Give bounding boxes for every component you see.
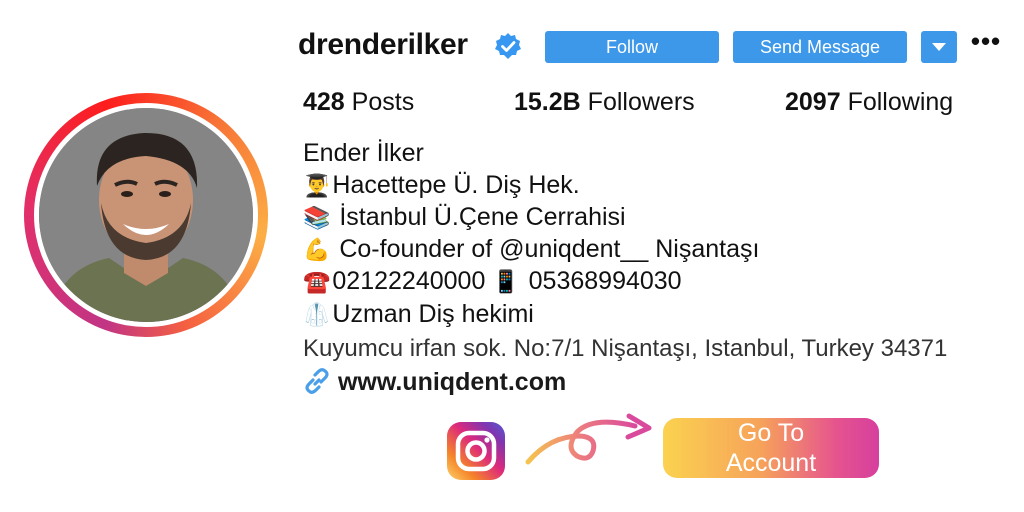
mobile-phone-icon: 📱	[492, 270, 520, 295]
phone-landline: 02122240000	[332, 267, 493, 295]
username: drenderilker	[298, 28, 468, 61]
bio-line-specialty: 📚 İstanbul Ü.Çene Cerrahisi	[303, 203, 626, 232]
bio-line-title: 🥼Uzman Diş hekimi	[303, 300, 534, 329]
chevron-down-icon	[932, 43, 946, 51]
full-name: Ender İlker	[303, 139, 424, 167]
telephone-icon: ☎️	[303, 270, 331, 295]
address: Kuyumcu irfan sok. No:7/1 Nişantaşı, Ist…	[303, 335, 948, 362]
following-stat[interactable]: 2097 Following	[785, 88, 953, 117]
bio-text: İstanbul Ü.Çene Cerrahisi	[332, 203, 626, 231]
following-count: 2097	[785, 88, 841, 116]
following-label: Following	[847, 88, 954, 116]
posts-stat[interactable]: 428 Posts	[303, 88, 414, 117]
bio-text: Hacettepe Ü. Diş Hek.	[332, 171, 580, 199]
bio-line-cofounder: 💪 Co-founder of @uniqdent__ Nişantaşı	[303, 235, 759, 264]
bio-line-education: 👨‍🎓Hacettepe Ü. Diş Hek.	[303, 171, 580, 200]
curly-arrow-icon	[525, 406, 660, 468]
bio-line-phones: ☎️02122240000 📱 05368994030	[303, 267, 682, 296]
go-to-label: Go To	[737, 419, 805, 447]
profile-photo	[39, 108, 253, 322]
books-icon: 📚	[303, 206, 331, 231]
verified-badge-icon	[494, 32, 522, 60]
followers-stat[interactable]: 15.2B Followers	[514, 88, 695, 117]
followers-count: 15.2B	[514, 88, 581, 116]
suggested-dropdown-button[interactable]	[921, 31, 957, 63]
bio-text: Uzman Diş hekimi	[332, 300, 534, 328]
avatar[interactable]	[39, 108, 253, 322]
posts-label: Posts	[351, 88, 415, 116]
lab-coat-icon: 🥼	[303, 303, 331, 328]
website-url: www.uniqdent.com	[337, 368, 567, 396]
follow-button[interactable]: Follow	[545, 31, 719, 63]
phone-mobile: 05368994030	[521, 267, 682, 295]
send-message-button[interactable]: Send Message	[733, 31, 907, 63]
account-label: Account	[725, 449, 817, 477]
more-options-button[interactable]: •••	[968, 28, 1004, 58]
link-icon	[305, 368, 329, 394]
posts-count: 428	[303, 88, 345, 116]
followers-label: Followers	[587, 88, 695, 116]
go-to-account-button[interactable]: Go To Account	[663, 418, 879, 478]
website-link[interactable]: www.uniqdent.com	[303, 368, 566, 397]
bio-text: Co-founder of @uniqdent__ Nişantaşı	[332, 235, 760, 263]
graduate-icon: 👨‍🎓	[303, 174, 331, 199]
flexed-arm-icon: 💪	[303, 238, 331, 263]
instagram-logo-icon	[447, 422, 505, 480]
